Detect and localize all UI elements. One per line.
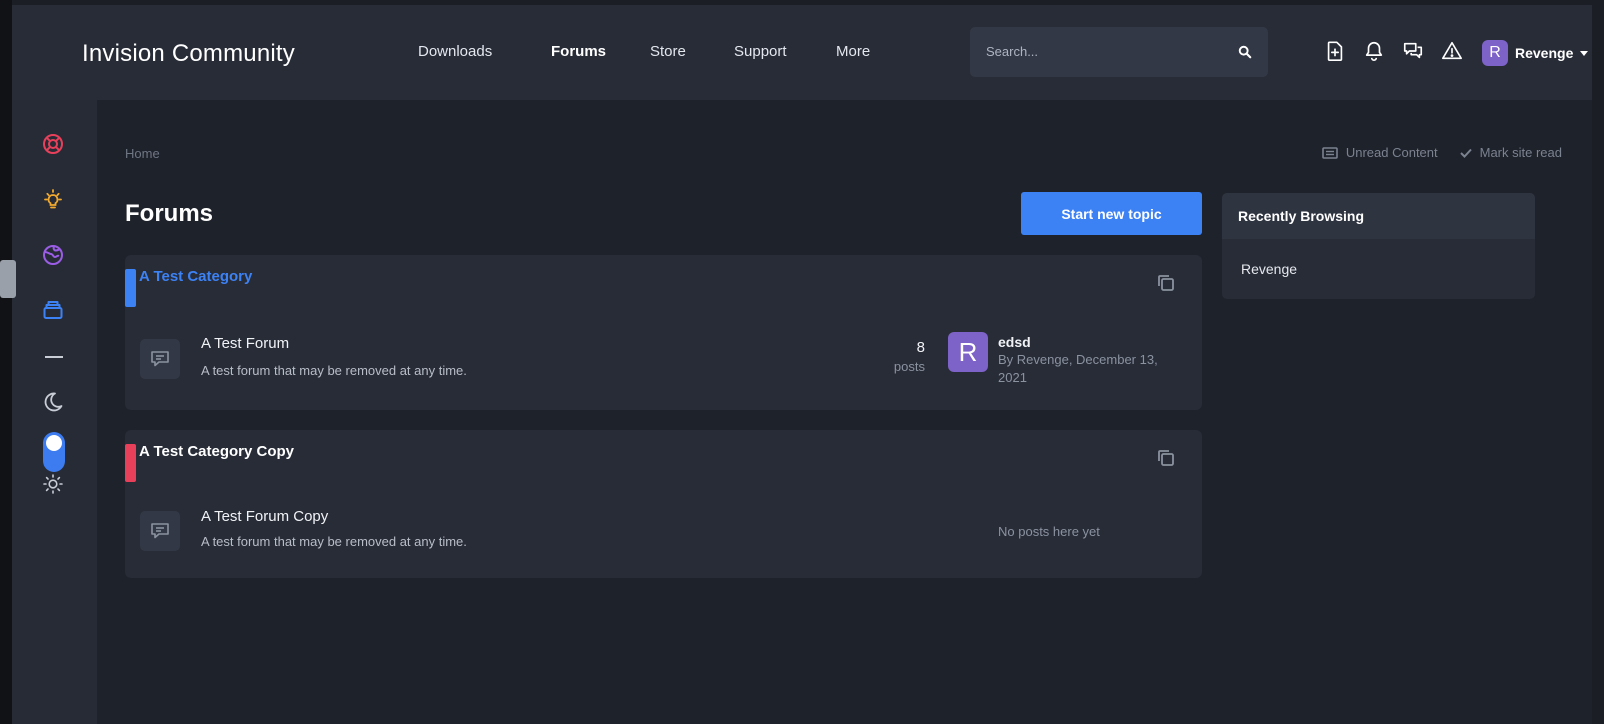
site-header: Invision Community Downloads Forums Stor… (12, 5, 1592, 100)
user-name: Revenge (1515, 45, 1574, 61)
theme-toggle[interactable] (43, 432, 65, 472)
forum-description: A test forum that may be removed at any … (201, 534, 467, 549)
sun-icon[interactable] (41, 472, 65, 496)
category-title[interactable]: A Test Category (139, 268, 252, 285)
new-content-icon[interactable] (1324, 40, 1346, 62)
start-new-topic-button[interactable]: Start new topic (1021, 192, 1202, 235)
copy-icon[interactable] (1155, 447, 1177, 469)
newspaper-icon (1322, 146, 1338, 159)
left-sidebar (12, 100, 97, 724)
nav-downloads[interactable]: Downloads (418, 43, 551, 60)
forum-title[interactable]: A Test Forum Copy (201, 508, 328, 525)
recently-browsing-widget: Recently Browsing Revenge (1222, 193, 1535, 299)
category-color-bar (125, 444, 136, 482)
site-logo[interactable]: Invision Community (82, 40, 295, 68)
chat-bubble-icon (151, 523, 169, 539)
header-actions (1324, 40, 1463, 62)
nav-support[interactable]: Support (734, 43, 836, 60)
last-post-meta: By Revenge, December 13, 2021 (998, 352, 1158, 385)
window-edge (0, 0, 12, 724)
main-nav: Downloads Forums Store Support More (418, 43, 870, 60)
check-icon (1459, 148, 1472, 158)
mark-site-read-link[interactable]: Mark site read (1459, 145, 1562, 160)
search-placeholder: Search... (986, 44, 1039, 59)
messages-icon[interactable] (1402, 40, 1424, 62)
breadcrumb[interactable]: Home (125, 146, 160, 161)
category-title[interactable]: A Test Category Copy (139, 443, 294, 460)
main-content: Home Unread Content Mark site read Forum… (97, 100, 1592, 724)
unread-content-link[interactable]: Unread Content (1322, 145, 1438, 160)
chat-bubble-icon (151, 351, 169, 367)
lightbulb-icon[interactable] (41, 188, 65, 212)
unread-content-label: Unread Content (1345, 145, 1438, 160)
forum-icon (140, 511, 180, 551)
post-count-label: posts (893, 359, 925, 374)
sidebar-divider (45, 356, 63, 358)
last-post-title[interactable]: edsd (998, 334, 1031, 350)
moon-icon[interactable] (41, 390, 65, 414)
post-count: 8 (916, 339, 925, 356)
recent-user-link[interactable]: Revenge (1222, 239, 1535, 299)
page-title: Forums (125, 200, 214, 227)
avatar[interactable]: R (948, 332, 988, 372)
nav-more[interactable]: More (836, 43, 870, 60)
archive-icon[interactable] (41, 298, 65, 322)
category-card: A Test Category A Test Forum A test foru… (125, 255, 1202, 410)
search-input[interactable]: Search... (970, 27, 1268, 77)
category-card: A Test Category Copy A Test Forum Copy A… (125, 430, 1202, 578)
caret-down-icon (1580, 50, 1589, 56)
search-icon[interactable] (1238, 45, 1252, 59)
warning-icon[interactable] (1441, 40, 1463, 62)
no-posts-text: No posts here yet (998, 524, 1100, 539)
widget-title: Recently Browsing (1222, 193, 1535, 239)
copy-icon[interactable] (1155, 272, 1177, 294)
category-color-bar (125, 269, 136, 307)
user-menu[interactable]: R Revenge (1482, 40, 1589, 66)
scrollbar-handle[interactable] (0, 260, 16, 298)
bell-icon[interactable] (1363, 40, 1385, 62)
avatar: R (1482, 40, 1508, 66)
forum-description: A test forum that may be removed at any … (201, 363, 467, 378)
nav-store[interactable]: Store (650, 43, 734, 60)
forum-title[interactable]: A Test Forum (201, 335, 289, 352)
mark-site-read-label: Mark site read (1479, 145, 1562, 160)
nav-forums[interactable]: Forums (551, 43, 650, 60)
globe-icon[interactable] (41, 243, 65, 267)
forum-icon (140, 339, 180, 379)
toggle-knob (46, 435, 62, 451)
content-links: Unread Content Mark site read (1322, 145, 1562, 160)
lifebuoy-icon[interactable] (41, 132, 65, 156)
